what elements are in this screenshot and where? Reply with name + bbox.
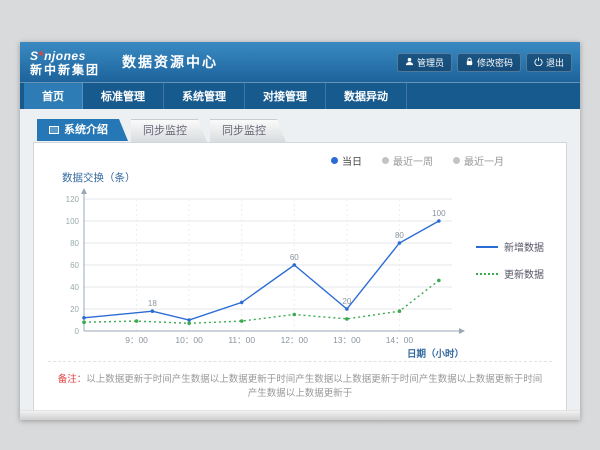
monitor-icon xyxy=(49,126,59,134)
main-nav: 首页 标准管理 系统管理 对接管理 数据异动 xyxy=(20,82,580,109)
page-title: 数据资源中心 xyxy=(122,52,218,72)
svg-text:20: 20 xyxy=(70,305,79,314)
svg-text:10：00: 10：00 xyxy=(175,335,203,345)
nav-item-integration-mgmt[interactable]: 对接管理 xyxy=(245,83,326,109)
footnote-text: 以上数据更新于时间产生数据以上数据更新于时间产生数据以上数据更新于时间产生数据以… xyxy=(86,374,542,399)
logout-button[interactable]: 退出 xyxy=(526,53,572,72)
chart-panel: 当日 最近一周 最近一月 数据交换（条） 0 20 40 60 80 100 120 9：00… xyxy=(33,142,567,410)
window-footer xyxy=(20,410,580,420)
content-area: 系统介绍 同步监控 同步监控 当日 最近一周 最近一月 数据交换（条） 0 20 4… xyxy=(20,109,580,410)
line-sample-solid xyxy=(476,246,498,248)
user-icon xyxy=(405,57,414,68)
svg-text:100: 100 xyxy=(66,217,80,226)
change-password-button[interactable]: 修改密码 xyxy=(457,53,521,72)
svg-text:60: 60 xyxy=(290,253,299,262)
tab-sync-monitor-2[interactable]: 同步监控 xyxy=(210,119,286,142)
filter-last-week[interactable]: 最近一周 xyxy=(382,153,433,168)
svg-text:11：00: 11：00 xyxy=(228,335,255,345)
dot-icon xyxy=(382,157,389,164)
svg-text:80: 80 xyxy=(395,231,404,240)
nav-item-home[interactable]: 首页 xyxy=(24,83,83,109)
dot-icon xyxy=(453,157,460,164)
svg-text:0: 0 xyxy=(75,327,80,336)
y-axis-label: 数据交换（条） xyxy=(62,170,552,185)
tab-system-intro[interactable]: 系统介绍 xyxy=(37,119,128,141)
svg-text:18: 18 xyxy=(148,299,157,308)
svg-text:20: 20 xyxy=(342,297,351,306)
line-sample-dotted xyxy=(476,273,498,275)
svg-text:13：00: 13：00 xyxy=(333,335,361,345)
footnote: 备注：以上数据更新于时间产生数据以上数据更新于时间产生数据以上数据更新于时间产生… xyxy=(48,361,552,410)
dot-icon xyxy=(331,157,338,164)
nav-item-system-mgmt[interactable]: 系统管理 xyxy=(164,83,245,109)
svg-text:日期（小时）: 日期（小时） xyxy=(407,348,464,360)
svg-text:9：00: 9：00 xyxy=(125,335,148,345)
nav-item-data-change[interactable]: 数据异动 xyxy=(326,83,407,109)
svg-text:120: 120 xyxy=(66,195,80,204)
tab-strip: 系统介绍 同步监控 同步监控 xyxy=(37,119,567,142)
tab-sync-monitor-1[interactable]: 同步监控 xyxy=(131,119,207,142)
brand-logo-cn: 新中新集团 xyxy=(30,64,100,76)
line-chart: 0 20 40 60 80 100 120 9：00 10：00 11：00 12：00 13：00 1… xyxy=(48,185,468,361)
legend-update-data: 更新数据 xyxy=(476,266,544,281)
svg-text:14：00: 14：00 xyxy=(386,335,414,345)
filter-today[interactable]: 当日 xyxy=(331,153,362,168)
svg-text:100: 100 xyxy=(432,209,446,218)
lock-icon xyxy=(465,57,474,68)
legend-new-data: 新增数据 xyxy=(476,239,544,254)
app-window: S*njones 新中新集团 数据资源中心 管理员 修改密码 退出 首页 标准管… xyxy=(20,42,580,420)
filter-last-month[interactable]: 最近一月 xyxy=(453,153,504,168)
power-icon xyxy=(534,57,543,68)
brand-logo: S*njones 新中新集团 xyxy=(30,49,100,76)
svg-text:40: 40 xyxy=(70,283,79,292)
series-legend: 新增数据 更新数据 xyxy=(476,239,544,281)
svg-text:60: 60 xyxy=(70,261,79,270)
nav-item-standard-mgmt[interactable]: 标准管理 xyxy=(83,83,164,109)
admin-button[interactable]: 管理员 xyxy=(397,53,452,72)
chart-row: 0 20 40 60 80 100 120 9：00 10：00 11：00 12：00 13：00 1… xyxy=(48,185,552,361)
brand-logo-en: S*njones xyxy=(30,49,100,62)
header-actions: 管理员 修改密码 退出 xyxy=(397,53,572,72)
svg-text:80: 80 xyxy=(70,239,79,248)
range-filters: 当日 最近一周 最近一月 xyxy=(48,153,504,168)
svg-text:12：00: 12：00 xyxy=(281,335,309,345)
footnote-prefix: 备注： xyxy=(58,374,87,385)
app-header: S*njones 新中新集团 数据资源中心 管理员 修改密码 退出 xyxy=(20,42,580,82)
